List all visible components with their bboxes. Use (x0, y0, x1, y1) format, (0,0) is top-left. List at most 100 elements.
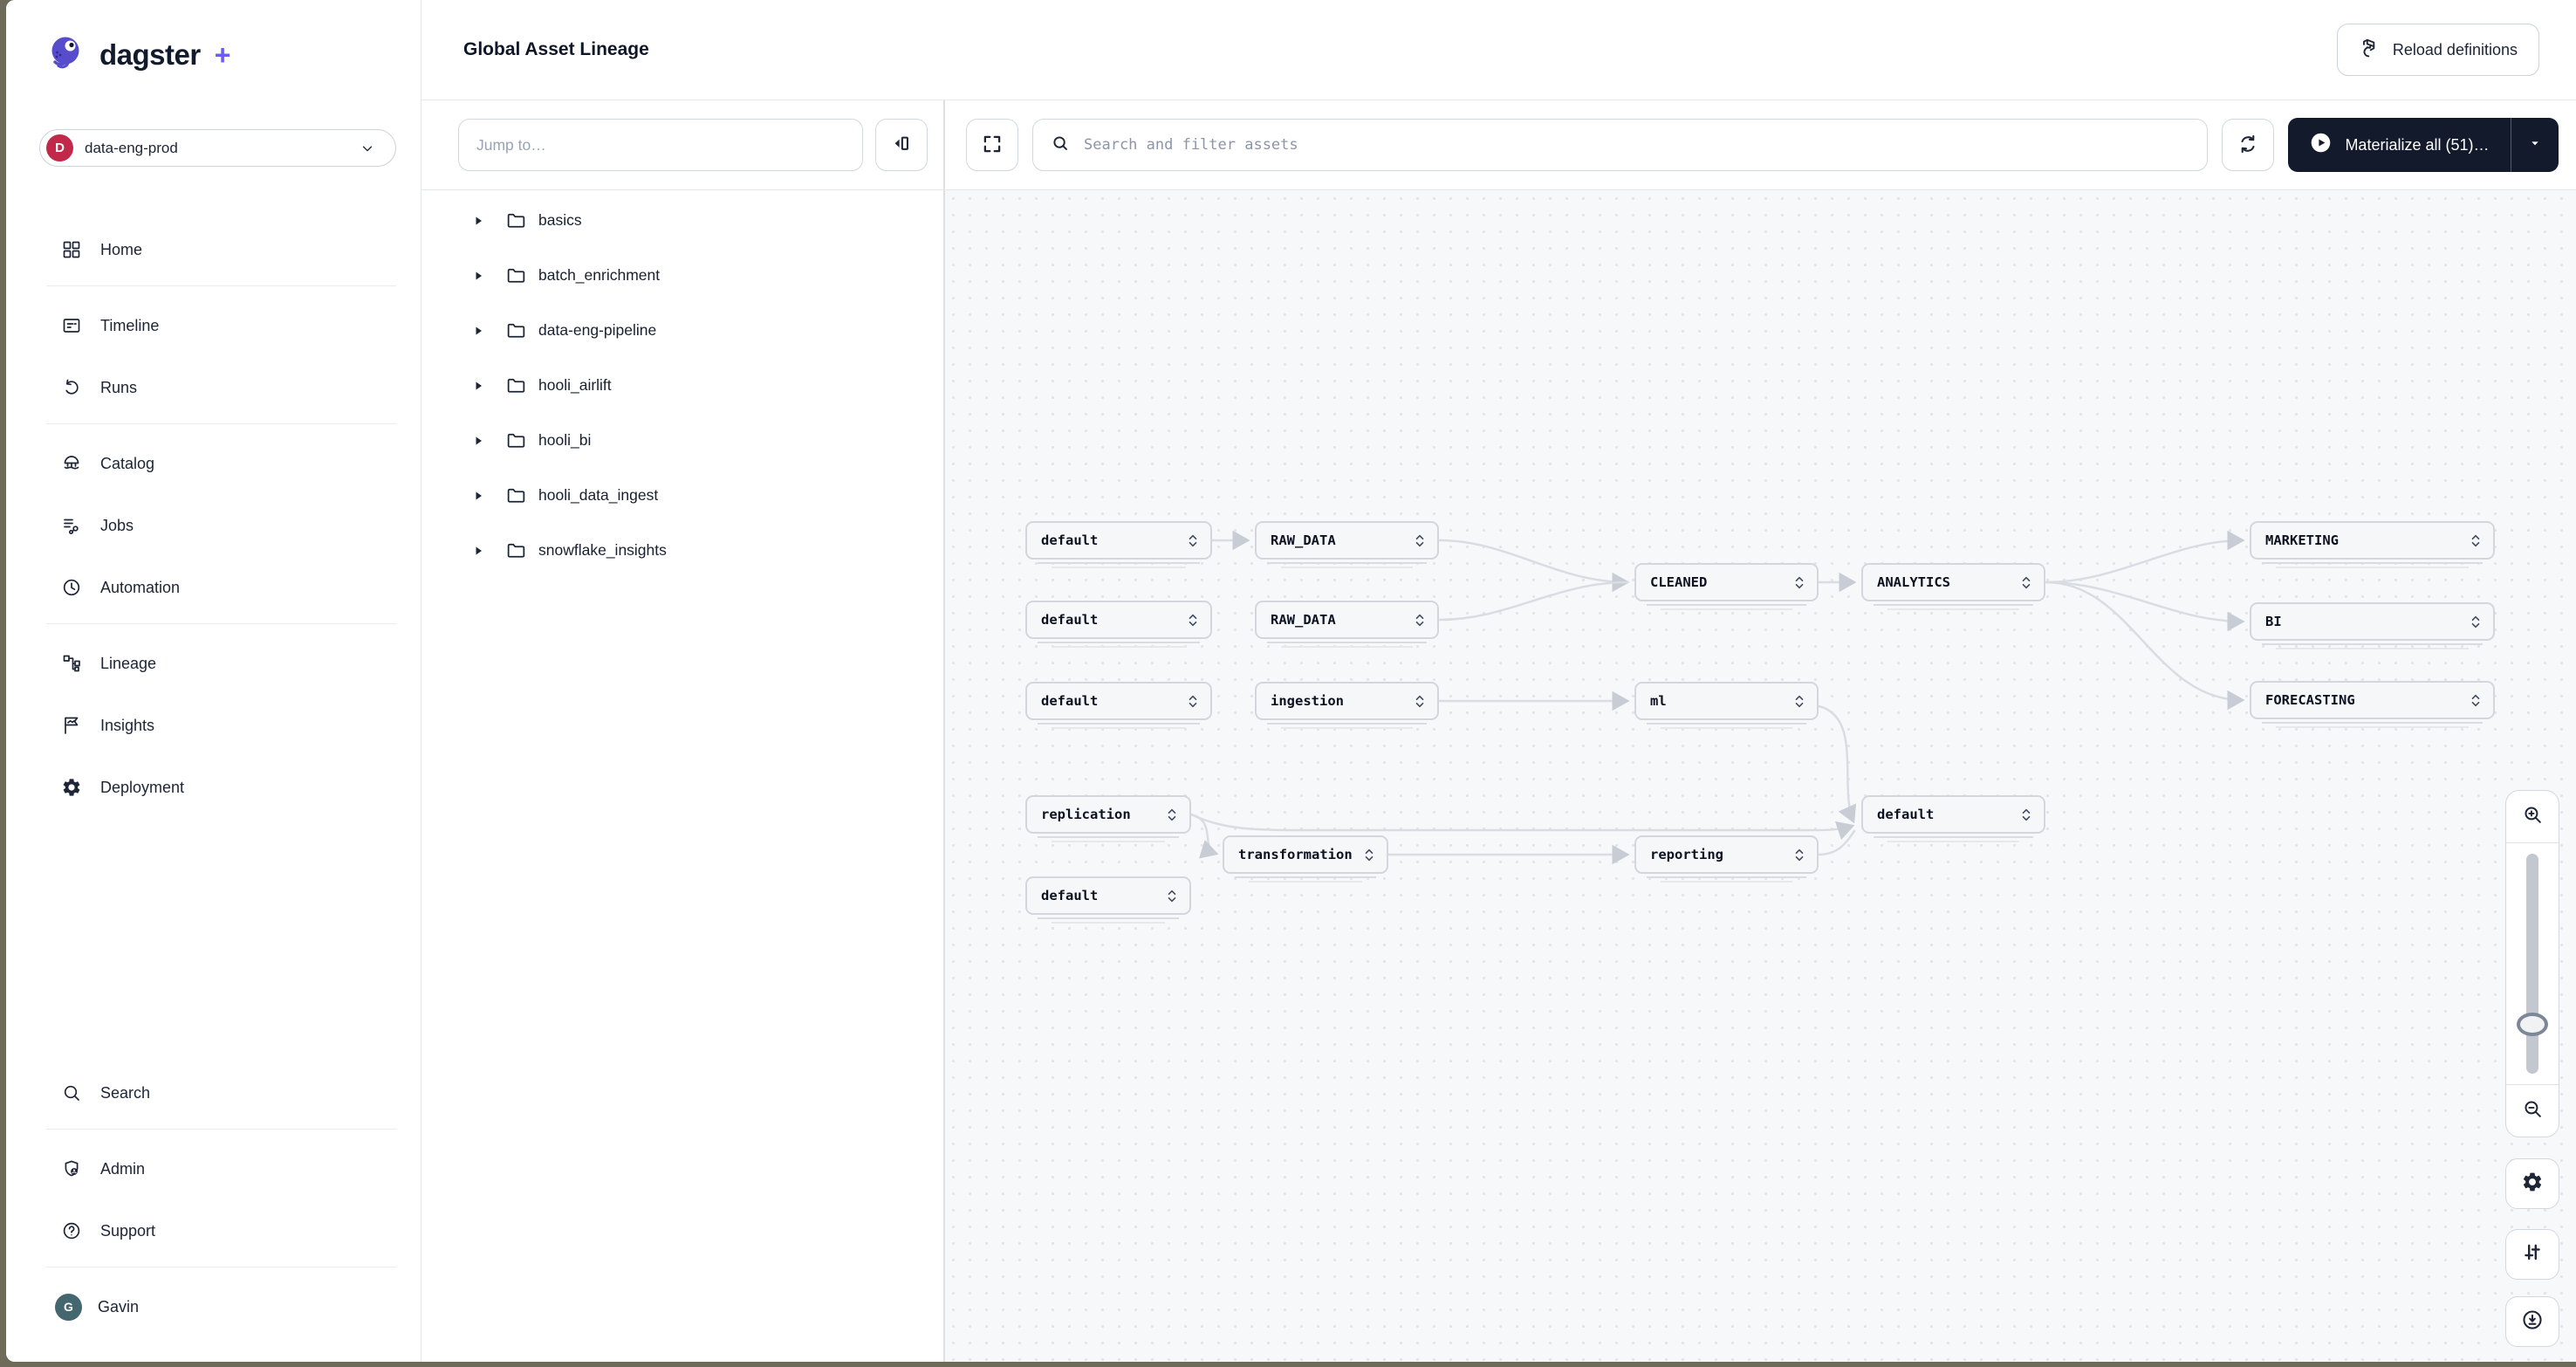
unfold-icon (1187, 533, 1199, 548)
jobs-icon (60, 515, 82, 537)
tree-item-hooli-data-ingest[interactable]: hooli_data_ingest (421, 468, 943, 523)
sidebar-item-catalog[interactable]: Catalog (6, 442, 421, 485)
fullscreen-button[interactable] (966, 119, 1018, 171)
sidebar-item-home[interactable]: Home (6, 228, 421, 271)
clock-icon (60, 577, 82, 599)
toolbar-row: Materialize all (51)… (421, 100, 2576, 190)
graph-node-raw_data-2[interactable]: RAW_DATA (1255, 601, 1439, 639)
download-image-button[interactable] (2505, 1296, 2559, 1347)
refresh-button[interactable] (2222, 119, 2274, 171)
sidebar-item-label: Home (100, 241, 142, 259)
sidebar-item-jobs[interactable]: Jobs (6, 504, 421, 547)
sidebar-item-support[interactable]: Support (6, 1209, 421, 1253)
zoom-slider-thumb[interactable] (2517, 1013, 2548, 1036)
node-label: ml (1650, 693, 1667, 709)
graph-node-ml[interactable]: ml (1634, 682, 1819, 720)
graph-node-default-5[interactable]: default (1861, 795, 2045, 834)
node-label: ingestion (1271, 693, 1344, 709)
sidebar-item-label: Insights (100, 717, 154, 735)
tree-item-basics[interactable]: basics (421, 193, 943, 248)
sidebar-item-runs[interactable]: Runs (6, 366, 421, 409)
edge-replication-to-default-5 (1191, 814, 1853, 830)
node-label: BI (2265, 614, 2282, 629)
graph-node-reporting[interactable]: reporting (1634, 835, 1819, 874)
reload-definitions-label: Reload definitions (2393, 41, 2518, 59)
unfold-icon (1414, 694, 1426, 709)
refresh-icon (2237, 133, 2259, 158)
play-icon (2309, 131, 2333, 159)
sidebar-nav: Home Timeline Runs Catalog Jobs (6, 228, 421, 828)
unfold-icon (2020, 807, 2032, 822)
collapse-panel-button[interactable] (875, 119, 928, 171)
unfold-icon (1187, 613, 1199, 628)
graph-node-default-3[interactable]: default (1025, 682, 1212, 720)
edge-raw_data-2-to-cleaned (1439, 582, 1627, 620)
folder-icon (505, 264, 527, 286)
graph-node-replication[interactable]: replication (1025, 795, 1191, 834)
graph-node-ingestion[interactable]: ingestion (1255, 682, 1439, 720)
graph-node-marketing[interactable]: MARKETING (2250, 521, 2495, 560)
graph-node-transformation[interactable]: transformation (1223, 835, 1388, 874)
tree-item-hooli-airlift[interactable]: hooli_airlift (421, 358, 943, 413)
sidebar-item-search[interactable]: Search (6, 1071, 421, 1115)
materialize-all-label: Materialize all (51)… (2345, 136, 2489, 155)
tree-item-label: data-eng-pipeline (538, 321, 656, 340)
lineage-canvas[interactable]: default RAW_DATA default RAW_DATA defaul (945, 190, 2576, 1362)
graph-settings-button[interactable] (2505, 1158, 2559, 1209)
graph-node-bi[interactable]: BI (2250, 602, 2495, 641)
zoom-out-button[interactable] (2506, 1084, 2559, 1137)
asset-group-tree: basics batch_enrichment data-eng-pipelin… (421, 190, 945, 1362)
divider (46, 623, 396, 624)
sidebar-item-deployment[interactable]: Deployment (6, 766, 421, 809)
node-label: default (1877, 807, 1934, 822)
node-label: default (1041, 888, 1098, 903)
question-circle-icon (60, 1220, 82, 1242)
zoom-in-button[interactable] (2506, 791, 2559, 843)
unfold-icon (1166, 807, 1178, 822)
canvas-toolbar: Materialize all (51)… (945, 100, 2576, 189)
graph-node-cleaned[interactable]: CLEANED (1634, 563, 1819, 601)
tree-item-hooli-bi[interactable]: hooli_bi (421, 413, 943, 468)
sidebar-item-label: Search (100, 1084, 150, 1103)
unfold-icon (2020, 575, 2032, 590)
tree-item-batch-enrichment[interactable]: batch_enrichment (421, 248, 943, 303)
tree-item-snowflake-insights[interactable]: snowflake_insights (421, 523, 943, 578)
sidebar-item-insights[interactable]: Insights (6, 704, 421, 747)
sidebar-item-automation[interactable]: Automation (6, 566, 421, 609)
user-menu[interactable]: G Gavin (6, 1285, 421, 1329)
search-icon (1051, 134, 1070, 157)
graph-node-default-4[interactable]: default (1025, 876, 1191, 915)
graph-node-raw_data-1[interactable]: RAW_DATA (1255, 521, 1439, 560)
materialize-options-button[interactable] (2511, 118, 2559, 172)
tree-item-data-eng-pipeline[interactable]: data-eng-pipeline (421, 303, 943, 358)
zoom-in-icon (2522, 804, 2544, 830)
folder-icon (505, 374, 527, 396)
materialize-all-split-button: Materialize all (51)… (2288, 118, 2559, 172)
zoom-slider (2506, 843, 2559, 1084)
sidebar-item-lineage[interactable]: Lineage (6, 642, 421, 685)
folder-icon (505, 210, 527, 231)
divider (46, 1129, 396, 1130)
search-assets-input[interactable] (1082, 135, 2189, 155)
graph-node-default-2[interactable]: default (1025, 601, 1212, 639)
edge-raw_data-1-to-cleaned (1439, 540, 1627, 582)
graph-node-default-1[interactable]: default (1025, 521, 1212, 560)
caret-right-icon (472, 271, 484, 281)
catalog-icon (60, 453, 82, 475)
materialize-all-button[interactable]: Materialize all (51)… (2288, 118, 2510, 172)
shield-person-icon (60, 1158, 82, 1180)
graph-node-analytics[interactable]: ANALYTICS (1861, 563, 2045, 601)
deployment-switcher[interactable]: D data-eng-prod (39, 129, 396, 167)
reload-definitions-button[interactable]: Reload definitions (2337, 24, 2539, 76)
zoom-slider-track[interactable] (2526, 854, 2538, 1074)
jump-to-input[interactable] (458, 119, 863, 171)
sidebar-item-timeline[interactable]: Timeline (6, 304, 421, 347)
caret-right-icon (472, 491, 484, 501)
reload-cube-icon (2359, 37, 2381, 64)
sidebar-item-label: Automation (100, 579, 180, 597)
logo-wordmark: dagster (99, 38, 201, 72)
graph-filters-button[interactable] (2505, 1229, 2559, 1280)
org-avatar: D (46, 134, 73, 161)
sidebar-item-admin[interactable]: Admin (6, 1147, 421, 1191)
graph-node-forecasting[interactable]: FORECASTING (2250, 681, 2495, 719)
